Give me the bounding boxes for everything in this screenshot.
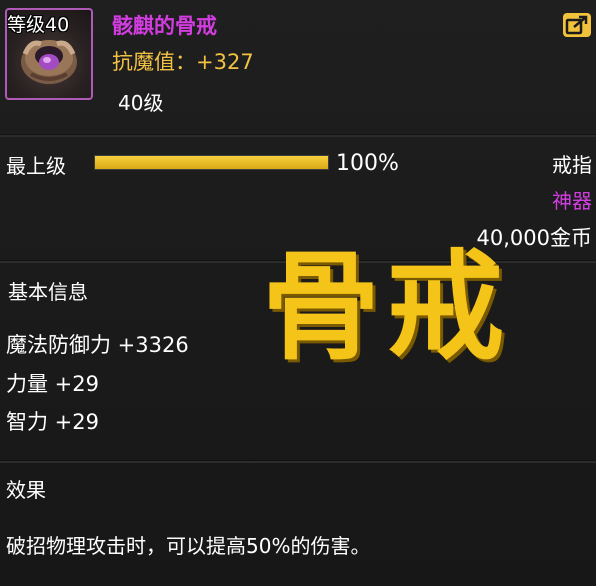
divider [0, 460, 596, 463]
share-icon[interactable] [562, 12, 592, 38]
item-level-tag: 等级40 [7, 14, 70, 36]
grade-progress-bar [94, 155, 329, 170]
item-rarity: 神器 [552, 189, 592, 213]
effect-title: 效果 [6, 478, 46, 502]
attribute-strength: 力量 +29 [6, 372, 99, 396]
divider [0, 134, 596, 137]
item-required-level: 40级 [118, 91, 164, 115]
attribute-intelligence: 智力 +29 [6, 410, 99, 434]
grade-percent: 100% [336, 151, 399, 176]
item-type: 戒指 [552, 153, 592, 177]
grade-label: 最上级 [6, 154, 66, 178]
item-name: 骸麒的骨戒 [112, 14, 217, 38]
grade-progress-fill [95, 156, 328, 169]
overlay-title: 骨戒 [262, 238, 511, 376]
basic-info-title: 基本信息 [8, 280, 88, 304]
attribute-magic-defense: 魔法防御力 +3326 [6, 333, 189, 357]
item-tooltip-panel: 等级40 骸麒的骨戒 抗魔值：+327 40级 最上级 100% 戒指 神器 4… [0, 0, 596, 586]
effect-description: 破招物理攻击时，可以提高50%的伤害。 [6, 534, 371, 558]
item-main-stat: 抗魔值：+327 [112, 50, 254, 74]
